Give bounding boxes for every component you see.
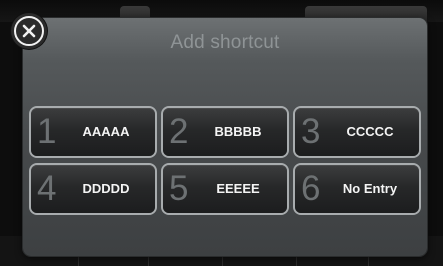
close-icon	[14, 16, 44, 46]
screen: Add shortcut 1 AAAAA 2 BBBBB 3 CCCCC 4 D…	[0, 0, 443, 266]
slot-number: 5	[169, 169, 189, 208]
slot-label: AAAAA	[82, 124, 130, 139]
slot-label: EEEEE	[216, 181, 260, 196]
shortcut-slot-2[interactable]: 2 BBBBB	[163, 108, 287, 156]
slot-number: 6	[301, 169, 321, 208]
slot-label: CCCCC	[346, 124, 394, 139]
shortcut-slot-5[interactable]: 5 EEEEE	[163, 165, 287, 213]
shortcut-slot-3[interactable]: 3 CCCCC	[295, 108, 419, 156]
slot-label: BBBBB	[214, 124, 262, 139]
slot-number: 2	[169, 112, 189, 151]
add-shortcut-dialog: Add shortcut 1 AAAAA 2 BBBBB 3 CCCCC 4 D…	[23, 18, 427, 256]
slot-number: 4	[37, 169, 57, 208]
slot-number: 1	[37, 112, 57, 151]
slot-label: DDDDD	[82, 181, 130, 196]
shortcut-slot-1[interactable]: 1 AAAAA	[31, 108, 155, 156]
shortcut-slot-4[interactable]: 4 DDDDD	[31, 165, 155, 213]
slot-label: No Entry	[342, 181, 398, 196]
slot-number: 3	[301, 112, 321, 151]
close-button[interactable]	[11, 13, 47, 49]
dialog-title: Add shortcut	[170, 32, 280, 53]
shortcut-slot-6[interactable]: 6 No Entry	[295, 165, 419, 213]
